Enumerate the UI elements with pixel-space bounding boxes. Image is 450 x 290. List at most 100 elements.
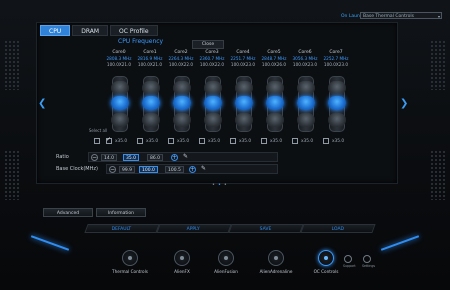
core-slider[interactable] [235,76,253,132]
slider-notch [235,113,253,127]
core-slider[interactable] [266,76,284,132]
nav-thermal-controls[interactable]: Thermal Controls [100,250,160,274]
slider-knob[interactable] [111,96,129,110]
core-frequency: 2251.7 MHz [230,56,256,61]
core-column: Core2 2264.3 MHz 100.0X22.0 [166,50,196,67]
core-multiplier: x35.0 [208,139,221,144]
chevron-left-icon[interactable]: ❮ [38,98,46,109]
base-clock-minus-button[interactable]: − [109,166,116,173]
speedometer-icon [318,250,334,266]
support-button[interactable]: Support [343,255,356,268]
page-dot[interactable]: • [224,182,230,188]
core-slider[interactable] [173,76,191,132]
ratio-max-value: 86.0 [147,154,164,161]
core-ratio: 100.0X23.0 [230,62,256,67]
core-checkbox[interactable] [230,138,236,144]
slider-notch [328,113,346,127]
slider-knob[interactable] [297,96,315,110]
core-name: Core6 [298,50,312,55]
tab-oc-profile[interactable]: OC Profile [110,25,158,36]
core-name: Core1 [143,50,157,55]
adrenaline-icon [268,250,284,266]
apply-button[interactable]: APPLY [156,224,232,233]
core-ratio: 100.0X22.0 [199,62,225,67]
slider-notch [297,81,315,95]
slider-knob[interactable] [266,96,284,110]
core-slider[interactable] [297,76,315,132]
close-button[interactable]: Close [192,40,224,49]
action-bar: DEFAULT APPLY SAVE LOAD [84,224,376,233]
core-ratio: 100.0X26.0 [261,62,287,67]
load-button[interactable]: LOAD [300,224,376,233]
core-column: Core3 2360.7 MHz 100.0X22.0 [197,50,227,67]
speaker-grille-right-lower [430,150,446,200]
slider-knob[interactable] [235,96,253,110]
default-button-label: DEFAULT [111,227,132,232]
slider-knob[interactable] [328,96,346,110]
profile-select[interactable]: Base Thermal Controls ▾ [360,12,442,19]
slider-notch [173,113,191,127]
ratio-plus-button[interactable]: + [171,154,178,161]
pencil-icon[interactable]: ✎ [183,153,188,160]
ratio-min-value: 14.0 [101,154,118,161]
slider-knob[interactable] [173,96,191,110]
slider-knob[interactable] [204,96,222,110]
slider-notch [266,81,284,95]
ratio-current-field[interactable]: 35.0 [123,154,140,161]
advanced-button[interactable]: Advanced [43,208,93,217]
core-column: Core7 2252.7 MHz 100.0X23.0 [321,50,351,67]
core-column: Core1 2816.9 MHz 100.0X21.0 [135,50,165,67]
cpu-frequency-title: CPU Frequency [118,38,164,45]
base-clock-row: Base Clock(MHz) − 99.9 100.0 100.5 + ✎ [56,164,356,174]
core-checkbox[interactable] [323,138,329,144]
core-frequency: 3056.3 MHz [292,56,318,61]
core-frequency: 2252.7 MHz [323,56,349,61]
tab-cpu[interactable]: CPU [40,25,71,36]
core-multiplier: x35.0 [115,139,128,144]
core-checkbox[interactable] [261,138,267,144]
core-checkbox[interactable] [137,138,143,144]
power-icon [218,250,234,266]
tab-dram[interactable]: DRAM [72,25,109,36]
core-ratio: 100.0X23.0 [292,62,318,67]
slider-notch [297,113,315,127]
core-frequency: 2816.9 MHz [137,56,163,61]
settings-button[interactable]: Settings [362,255,375,268]
core-multiplier: x35.0 [270,139,283,144]
core-column: Core5 2848.7 MHz 100.0X26.0 [259,50,289,67]
core-ratio: 100.0X23.0 [323,62,349,67]
tab-bar: CPU DRAM OC Profile [40,25,158,36]
slider-notch [204,81,222,95]
core-checkbox[interactable] [168,138,174,144]
information-button[interactable]: Information [96,208,146,217]
core-slider[interactable] [204,76,222,132]
core-checkbox[interactable] [106,136,112,144]
lighting-icon [174,250,190,266]
core-frequency: 2264.3 MHz [168,56,194,61]
core-slider[interactable] [328,76,346,132]
base-clock-label: Base Clock(MHz) [56,166,98,172]
select-all-checkbox[interactable] [94,138,100,144]
base-clock-plus-button[interactable]: + [189,166,196,173]
default-button[interactable]: DEFAULT [84,224,160,233]
core-slider[interactable] [111,76,129,132]
speaker-grille-right [430,40,446,90]
core-checkbox[interactable] [292,138,298,144]
core-column: Core4 2251.7 MHz 100.0X23.0 [228,50,258,67]
core-slider[interactable] [142,76,160,132]
core-column: Core0 2808.3 MHz 100.0X21.0 [104,50,134,67]
chevron-right-icon[interactable]: ❯ [400,98,408,109]
core-column: Core6 3056.3 MHz 100.0X23.0 [290,50,320,67]
pencil-icon[interactable]: ✎ [201,165,206,172]
save-button[interactable]: SAVE [228,224,304,233]
ratio-bar: − 14.0 35.0 86.0 + ✎ [88,152,278,162]
speaker-grille-left [4,40,20,90]
core-name: Core2 [174,50,188,55]
ratio-minus-button[interactable]: − [91,154,98,161]
slider-notch [235,81,253,95]
core-frequency: 2808.3 MHz [106,56,132,61]
slider-knob[interactable] [142,96,160,110]
core-name: Core5 [267,50,281,55]
core-checkbox[interactable] [199,138,205,144]
base-clock-current-field[interactable]: 100.0 [139,166,158,173]
